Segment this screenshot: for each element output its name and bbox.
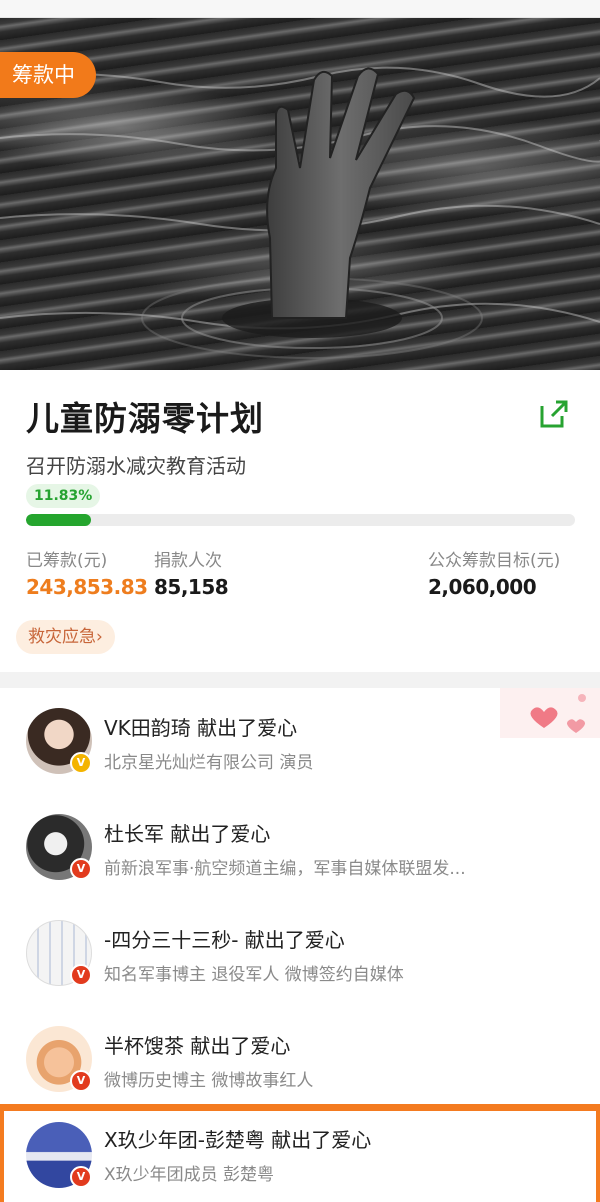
- supporter-desc: 北京星光灿烂有限公司 演员: [104, 753, 314, 773]
- supporter-name: 杜长军 献出了爱心: [104, 822, 271, 846]
- target-value: 2,060,000: [428, 575, 537, 599]
- progress-bar: [26, 514, 575, 526]
- verified-badge-icon: V: [70, 1166, 92, 1188]
- list-item[interactable]: V 杜长军 献出了爱心 前新浪军事·航空频道主编，军事自媒体联盟发...: [0, 794, 600, 900]
- share-icon[interactable]: [536, 396, 572, 432]
- donors-value: 85,158: [154, 575, 229, 599]
- supporter-desc: 前新浪军事·航空频道主编，军事自媒体联盟发...: [104, 859, 466, 879]
- target-label: 公众筹款目标(元): [428, 551, 561, 571]
- donors-label: 捐款人次: [154, 551, 222, 571]
- progress-bar-fill: [26, 514, 91, 526]
- supporter-name: -四分三十三秒- 献出了爱心: [104, 928, 345, 952]
- verified-badge-icon: V: [70, 1070, 92, 1092]
- progress-percent: 11.83%: [26, 484, 101, 508]
- list-item[interactable]: V X玖少年团-彭楚粤 献出了爱心 X玖少年团成员 彭楚粤: [0, 1112, 600, 1202]
- supporter-list: V VK田韵琦 献出了爱心 北京星光灿烂有限公司 演员 V 杜长军 献出了爱心 …: [0, 688, 600, 1202]
- supporter-desc: 微博历史博主 微博故事红人: [104, 1071, 314, 1091]
- category-tag-label: 救灾应急: [28, 627, 96, 647]
- hero-image: 筹款中: [0, 18, 600, 370]
- status-badge: 筹款中: [0, 52, 96, 98]
- raised-label: 已筹款(元): [26, 551, 108, 571]
- top-strip: [0, 0, 600, 18]
- supporter-name: 半杯馊茶 献出了爱心: [104, 1034, 291, 1058]
- category-tag[interactable]: 救灾应急›: [16, 620, 115, 654]
- project-subtitle: 召开防溺水减灾教育活动: [26, 454, 246, 478]
- verified-badge-icon: V: [70, 752, 92, 774]
- page-title: 儿童防溺零计划: [26, 399, 264, 438]
- chevron-right-icon: ›: [96, 627, 103, 647]
- verified-badge-icon: V: [70, 964, 92, 986]
- list-item[interactable]: V -四分三十三秒- 献出了爱心 知名军事博主 退役军人 微博签约自媒体: [0, 900, 600, 1006]
- supporter-desc: 知名军事博主 退役军人 微博签约自媒体: [104, 965, 404, 985]
- supporter-name: X玖少年团-彭楚粤 献出了爱心: [104, 1128, 372, 1152]
- list-item[interactable]: V 半杯馊茶 献出了爱心 微博历史博主 微博故事红人: [0, 1006, 600, 1112]
- supporter-name: VK田韵琦 献出了爱心: [104, 716, 298, 740]
- supporter-desc: X玖少年团成员 彭楚粤: [104, 1165, 275, 1185]
- project-card: 儿童防溺零计划 召开防溺水减灾教育活动 11.83% 已筹款(元) 243,85…: [0, 370, 600, 672]
- list-item[interactable]: V VK田韵琦 献出了爱心 北京星光灿烂有限公司 演员: [0, 688, 600, 794]
- verified-badge-icon: V: [70, 858, 92, 880]
- raised-value: 243,853.83: [26, 575, 148, 599]
